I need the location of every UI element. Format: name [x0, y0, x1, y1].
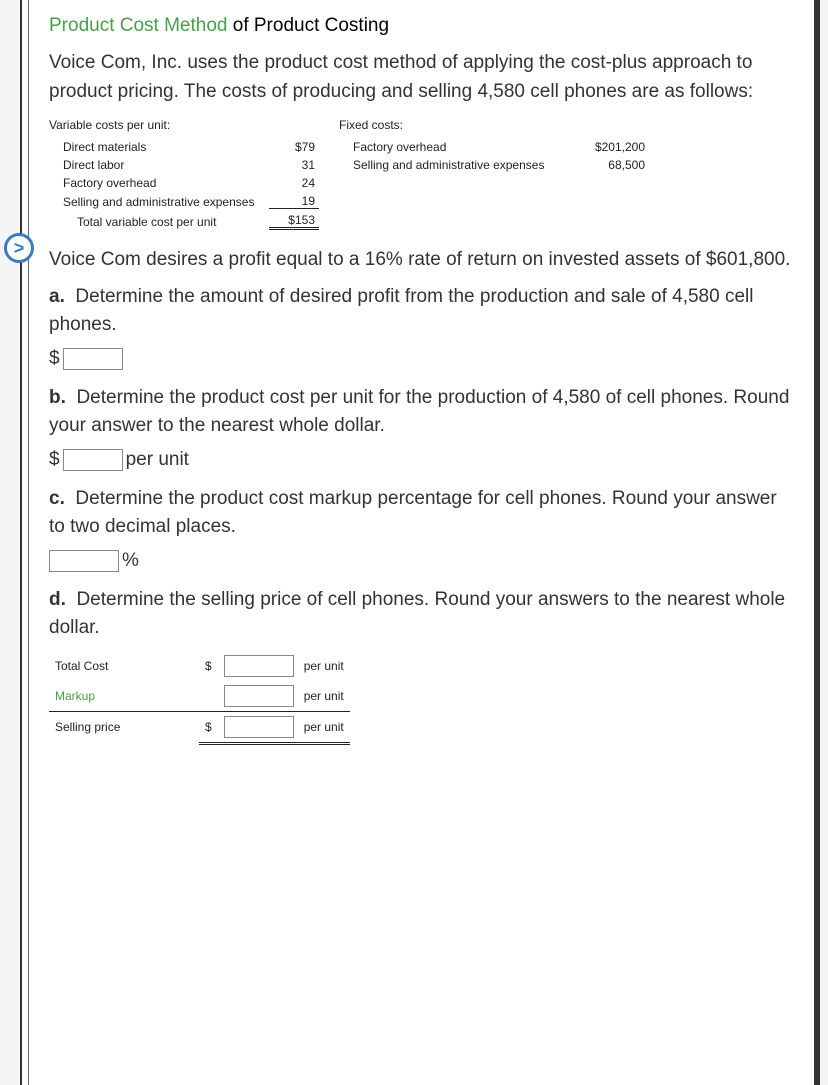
per-unit-label: per unit: [300, 711, 350, 743]
table-row: Direct labor 31: [49, 156, 319, 174]
dollar-sign: $: [49, 348, 60, 370]
markup-label[interactable]: Markup: [49, 681, 199, 712]
row-label: Factory overhead: [49, 176, 269, 190]
part-a: a. Determine the amount of desired profi…: [49, 283, 794, 340]
row-label: Direct materials: [49, 140, 269, 154]
dollar-sign: $: [199, 651, 218, 681]
profit-text: Voice Com desires a profit equal to a 16…: [49, 246, 794, 275]
variable-header: Variable costs per unit:: [49, 118, 319, 132]
row-label: Direct labor: [49, 158, 269, 172]
total-cost-label: Total Cost: [49, 651, 199, 681]
markup-input[interactable]: [224, 685, 294, 707]
part-d-text: Determine the selling price of cell phon…: [49, 589, 785, 639]
table-row: Factory overhead 24: [49, 174, 319, 192]
row-value: $79: [269, 140, 319, 154]
part-d: d. Determine the selling price of cell p…: [49, 586, 794, 643]
part-c-label: c.: [49, 488, 65, 509]
total-label: Total variable cost per unit: [49, 215, 269, 229]
part-c-input[interactable]: [49, 550, 119, 572]
part-d-label: d.: [49, 589, 66, 610]
selling-price-row: Selling price $ per unit: [49, 711, 350, 743]
part-a-input[interactable]: [63, 348, 123, 370]
total-row: Total variable cost per unit $153: [49, 211, 319, 232]
title-rest: of Product Costing: [227, 15, 389, 36]
table-row: Selling and administrative expenses 68,5…: [339, 156, 649, 174]
title-link[interactable]: Product Cost Method: [49, 15, 227, 36]
part-a-label: a.: [49, 286, 65, 307]
row-label: Selling and administrative expenses: [49, 195, 269, 209]
table-row: Selling and administrative expenses 19: [49, 192, 319, 211]
part-c-input-line: %: [49, 550, 794, 572]
per-unit-label: per unit: [300, 651, 350, 681]
chevron-right-icon: >: [14, 238, 25, 259]
part-b-label: b.: [49, 387, 66, 408]
row-label: Selling and administrative expenses: [339, 158, 569, 172]
total-cost-input[interactable]: [224, 655, 294, 677]
part-b-input[interactable]: [63, 449, 123, 471]
variable-costs-column: Variable costs per unit: Direct material…: [49, 118, 319, 232]
dollar-sign: $: [199, 711, 218, 743]
table-row: Direct materials $79: [49, 138, 319, 156]
per-unit-label: per unit: [126, 449, 189, 471]
content-area: Product Cost Method of Product Costing V…: [28, 0, 814, 1085]
dollar-sign: $: [49, 449, 60, 471]
row-value: 31: [269, 158, 319, 172]
next-nav-button[interactable]: >: [4, 233, 34, 263]
markup-row: Markup per unit: [49, 681, 350, 712]
part-a-input-line: $: [49, 348, 794, 370]
part-d-table: Total Cost $ per unit Markup per unit Se…: [49, 651, 350, 745]
total-value: $153: [269, 213, 319, 230]
table-row: Factory overhead $201,200: [339, 138, 649, 156]
fixed-costs-column: Fixed costs: Factory overhead $201,200 S…: [339, 118, 649, 232]
total-cost-row: Total Cost $ per unit: [49, 651, 350, 681]
page-title: Product Cost Method of Product Costing: [49, 15, 794, 37]
part-c-text: Determine the product cost markup percen…: [49, 488, 777, 538]
empty-sign: [199, 681, 218, 712]
selling-price-label: Selling price: [49, 711, 199, 743]
part-b-input-line: $ per unit: [49, 449, 794, 471]
row-value: 68,500: [569, 158, 649, 172]
page-frame: Product Cost Method of Product Costing V…: [20, 0, 820, 1085]
row-value: $201,200: [569, 140, 649, 154]
fixed-header: Fixed costs:: [339, 118, 649, 132]
part-b-text: Determine the product cost per unit for …: [49, 387, 789, 437]
part-b: b. Determine the product cost per unit f…: [49, 384, 794, 441]
selling-price-input[interactable]: [224, 716, 294, 738]
row-value: 19: [269, 194, 319, 209]
cost-tables: Variable costs per unit: Direct material…: [49, 118, 794, 232]
row-label: Factory overhead: [339, 140, 569, 154]
part-c: c. Determine the product cost markup per…: [49, 485, 794, 542]
per-unit-label: per unit: [300, 681, 350, 712]
intro-text: Voice Com, Inc. uses the product cost me…: [49, 49, 794, 106]
row-value: 24: [269, 176, 319, 190]
percent-label: %: [122, 550, 139, 572]
part-a-text: Determine the amount of desired profit f…: [49, 286, 753, 336]
